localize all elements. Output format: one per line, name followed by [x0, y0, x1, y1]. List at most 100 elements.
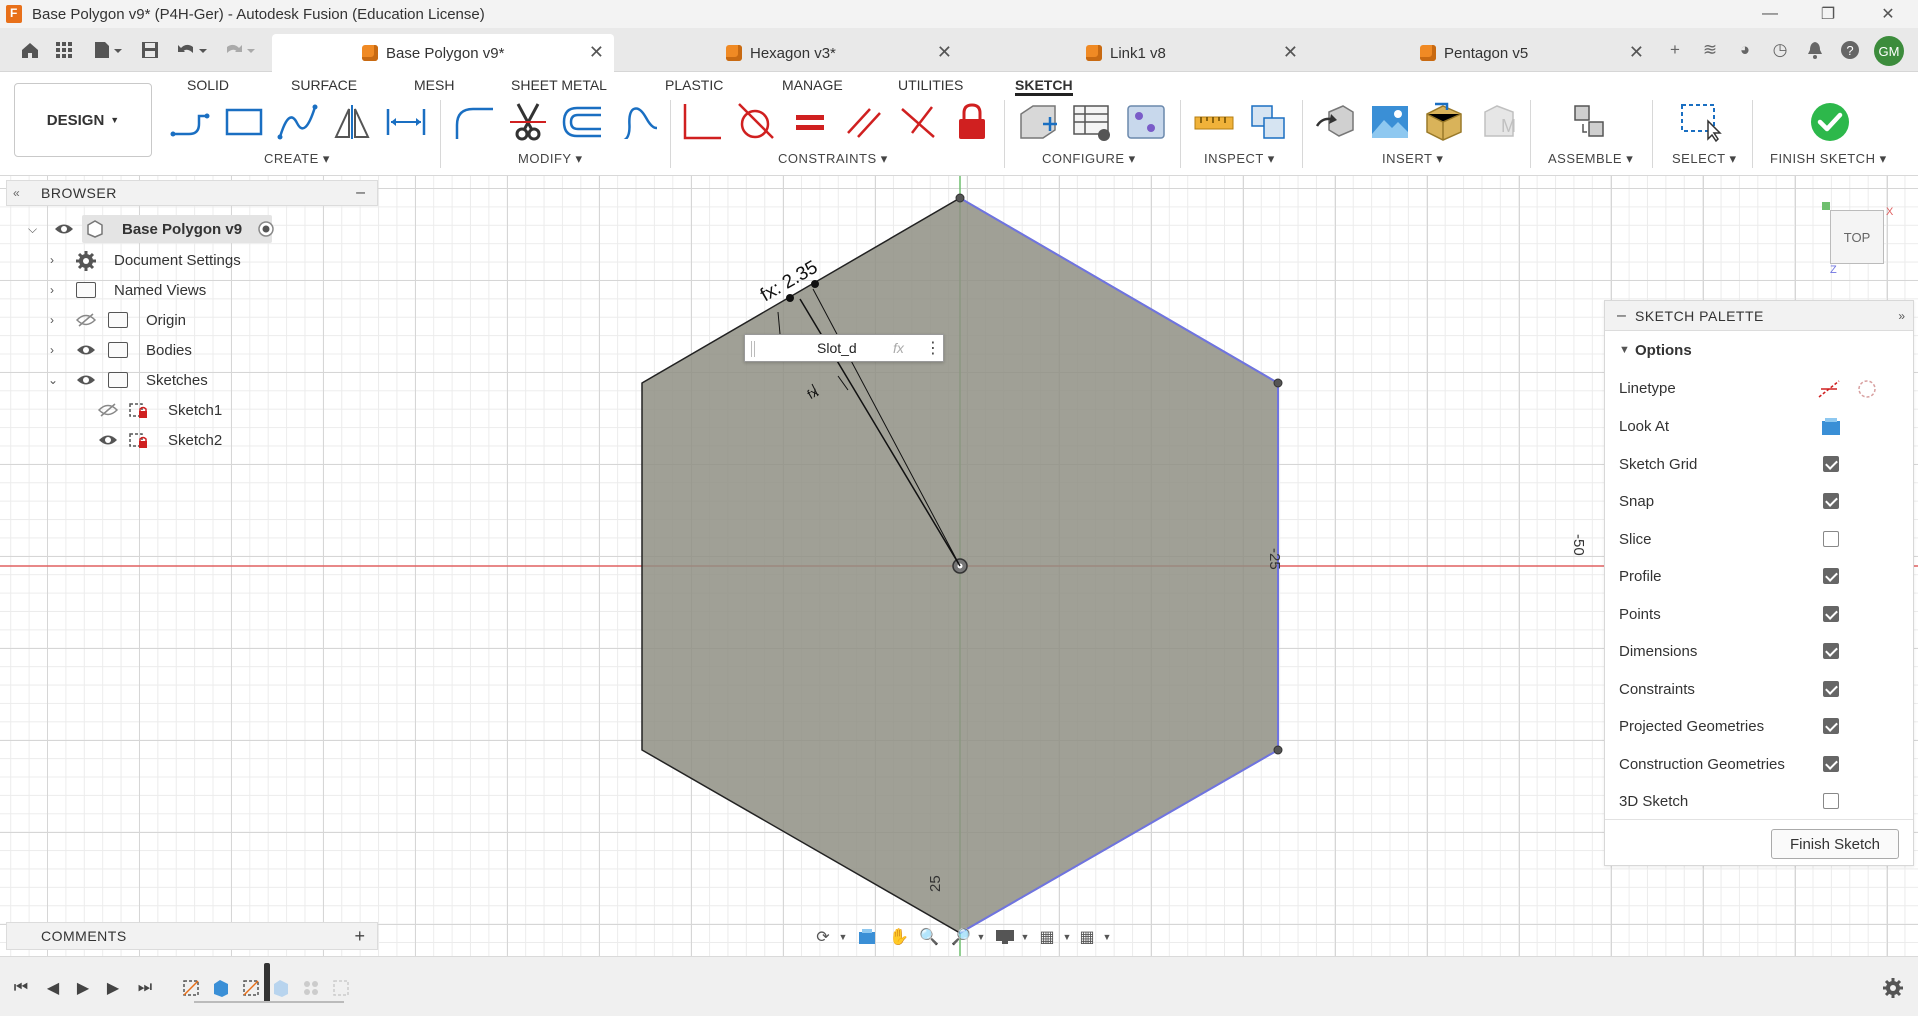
- timeline-sketch-feature-icon[interactable]: [180, 977, 202, 999]
- step-forward-icon[interactable]: ▶: [102, 977, 124, 999]
- group-configure[interactable]: CONFIGURE ▾: [1042, 151, 1136, 167]
- group-finish-sketch[interactable]: FINISH SKETCH ▾: [1770, 151, 1887, 167]
- palette-row-3d-sketch[interactable]: 3D Sketch: [1605, 786, 1913, 816]
- collapse-browser-icon[interactable]: «: [13, 186, 20, 200]
- visibility-eye-icon[interactable]: [98, 433, 118, 447]
- chevron-right-icon[interactable]: ›: [50, 343, 54, 357]
- rectangle-tool-icon[interactable]: [222, 100, 266, 144]
- job-status-icon[interactable]: ◕: [1733, 38, 1757, 62]
- go-to-start-icon[interactable]: ⏮: [10, 977, 32, 999]
- mirror-tool-icon[interactable]: [330, 100, 374, 144]
- palette-row-points[interactable]: Points: [1605, 599, 1913, 629]
- pan-hand-icon[interactable]: ✋: [888, 926, 910, 948]
- insert-canvas-image-icon[interactable]: [1368, 100, 1412, 144]
- visibility-eye-icon[interactable]: [76, 373, 96, 387]
- drag-handle-icon[interactable]: [751, 341, 755, 357]
- browser-item-sketch2[interactable]: Sketch2: [20, 426, 290, 454]
- points-checkbox[interactable]: [1823, 606, 1839, 622]
- browser-item-sketch1[interactable]: Sketch1: [20, 396, 290, 424]
- equal-constraint-icon[interactable]: [788, 100, 832, 144]
- fx-function-icon[interactable]: fx: [893, 340, 904, 356]
- group-assemble[interactable]: ASSEMBLE ▾: [1548, 151, 1633, 167]
- orbit-icon[interactable]: ⟳: [812, 926, 834, 948]
- browser-root-item[interactable]: ⌵ Base Polygon v9: [20, 215, 290, 243]
- measure-ruler-icon[interactable]: [1192, 100, 1236, 144]
- viewports-icon[interactable]: ▦: [1076, 926, 1098, 948]
- timeline-marker[interactable]: [264, 963, 270, 1003]
- chevron-down-icon[interactable]: ▼: [1056, 926, 1078, 948]
- user-avatar[interactable]: GM: [1874, 36, 1904, 66]
- zoom-window-icon[interactable]: 🔎: [950, 926, 972, 948]
- tab-utilities[interactable]: UTILITIES: [898, 74, 963, 96]
- tab-plastic[interactable]: PLASTIC: [665, 74, 723, 96]
- curve-tool-icon[interactable]: [614, 100, 658, 144]
- timeline-extrude-feature-icon[interactable]: [270, 977, 292, 999]
- select-window-icon[interactable]: [1678, 100, 1722, 144]
- construction-linetype-icon[interactable]: [1817, 378, 1841, 400]
- chevron-right-icon[interactable]: ›: [50, 283, 54, 297]
- close-tab-icon[interactable]: ✕: [1629, 42, 1644, 63]
- spline-tool-icon[interactable]: [276, 100, 320, 144]
- close-window-button[interactable]: ✕: [1860, 0, 1916, 28]
- parallel-constraint-icon[interactable]: [842, 100, 886, 144]
- home-icon[interactable]: [18, 38, 42, 62]
- tangent-constraint-icon[interactable]: [734, 100, 778, 144]
- chevron-down-icon[interactable]: ⌄: [48, 373, 58, 387]
- visibility-eye-icon[interactable]: [76, 343, 96, 357]
- close-tab-icon[interactable]: ✕: [937, 42, 952, 63]
- notifications-bell-icon[interactable]: [1803, 38, 1827, 62]
- tab-solid[interactable]: SOLID: [187, 74, 229, 96]
- history-clock-icon[interactable]: ◷: [1768, 38, 1792, 62]
- group-insert[interactable]: INSERT ▾: [1382, 151, 1443, 167]
- trim-scissors-icon[interactable]: [506, 100, 550, 144]
- group-select[interactable]: SELECT ▾: [1672, 151, 1736, 167]
- timeline-sketch-feature-icon[interactable]: [240, 977, 262, 999]
- options-section-header[interactable]: ▼ Options: [1605, 335, 1913, 365]
- palette-row-dimensions[interactable]: Dimensions: [1605, 636, 1913, 666]
- sketch-grid-checkbox[interactable]: [1823, 456, 1839, 472]
- close-tab-icon[interactable]: ✕: [1283, 42, 1298, 63]
- redo-icon[interactable]: [222, 38, 258, 62]
- active-radio-icon[interactable]: [258, 221, 274, 237]
- chevron-right-icon[interactable]: ›: [50, 253, 54, 267]
- browser-item-document-settings[interactable]: › Document Settings: [20, 246, 290, 274]
- save-icon[interactable]: [138, 38, 162, 62]
- zoom-icon[interactable]: 🔍: [918, 926, 940, 948]
- new-tab-plus-icon[interactable]: +: [1663, 38, 1687, 62]
- tab-link1[interactable]: Link1 v8 ✕: [966, 34, 1308, 72]
- projected-geometries-checkbox[interactable]: [1823, 718, 1839, 734]
- help-icon[interactable]: ?: [1838, 38, 1862, 62]
- assemble-joint-icon[interactable]: [1568, 100, 1612, 144]
- visibility-eye-icon[interactable]: [54, 222, 74, 236]
- palette-row-slice[interactable]: Slice: [1605, 524, 1913, 554]
- close-tab-icon[interactable]: ✕: [589, 42, 604, 63]
- dimension-expression-input[interactable]: Slot_d: [763, 338, 897, 358]
- palette-row-snap[interactable]: Snap: [1605, 486, 1913, 516]
- tab-base-polygon[interactable]: Base Polygon v9* ✕: [272, 34, 614, 72]
- display-settings-icon[interactable]: [994, 926, 1016, 948]
- insert-mcmaster-icon[interactable]: M: [1476, 100, 1520, 144]
- file-menu-icon[interactable]: [90, 38, 126, 62]
- tab-sheet-metal[interactable]: SHEET METAL: [511, 74, 607, 96]
- extensions-icon[interactable]: ≋: [1698, 38, 1722, 62]
- palette-row-construction-geometries[interactable]: Construction Geometries: [1605, 749, 1913, 779]
- browser-item-bodies[interactable]: › Bodies: [20, 336, 290, 364]
- go-to-end-icon[interactable]: ⏭: [134, 977, 156, 999]
- data-panel-grid-icon[interactable]: [52, 38, 76, 62]
- coincident-constraint-icon[interactable]: [680, 100, 724, 144]
- play-icon[interactable]: ▶: [72, 977, 94, 999]
- workspace-switcher-button[interactable]: DESIGN ▼: [14, 83, 152, 157]
- view-cube[interactable]: TOP: [1830, 210, 1884, 264]
- dimension-input-box[interactable]: Slot_d fx ⋮: [744, 334, 944, 362]
- slice-checkbox[interactable]: [1823, 531, 1839, 547]
- perpendicular-constraint-icon[interactable]: [896, 100, 940, 144]
- group-modify[interactable]: MODIFY ▾: [518, 151, 582, 167]
- profile-checkbox[interactable]: [1823, 568, 1839, 584]
- minimize-button[interactable]: —: [1742, 0, 1798, 28]
- palette-row-profile[interactable]: Profile: [1605, 561, 1913, 591]
- browser-item-named-views[interactable]: › Named Views: [20, 276, 290, 304]
- insert-derive-icon[interactable]: [1314, 100, 1358, 144]
- palette-row-constraints[interactable]: Constraints: [1605, 674, 1913, 704]
- chevron-down-icon[interactable]: ▼: [1014, 926, 1036, 948]
- finish-sketch-check-icon[interactable]: [1808, 100, 1852, 144]
